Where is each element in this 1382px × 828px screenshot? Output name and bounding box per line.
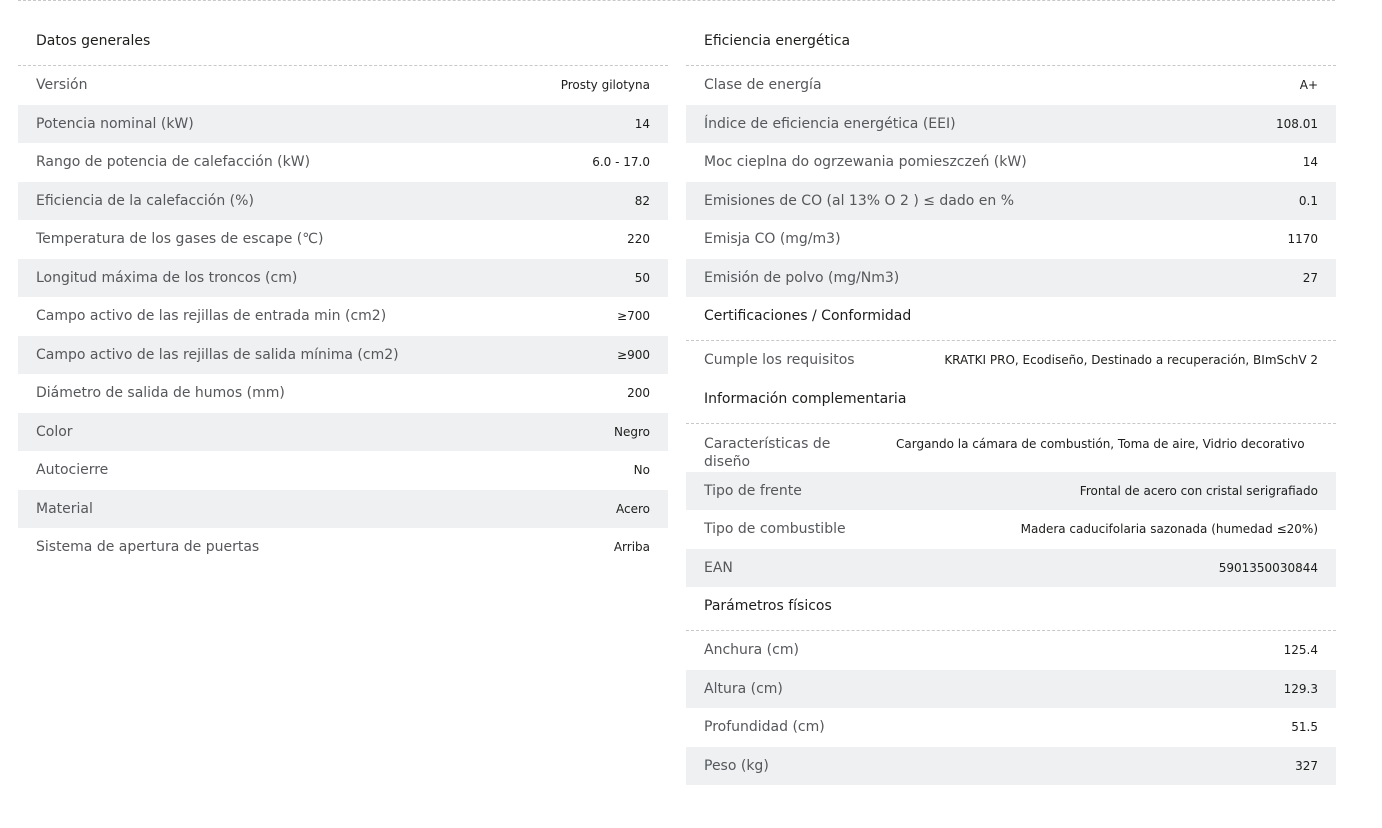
spec-value: ≥700 [617,309,650,324]
spec-value: Frontal de acero con cristal serigrafiad… [1079,483,1318,498]
spec-row: Tipo de combustible Madera caducifolaria … [686,510,1336,549]
spec-label: Autocierre [36,462,109,479]
spec-value: 6.0 - 17.0 [592,155,650,170]
spec-label: Anchura (cm) [704,642,799,659]
spec-value: Prosty gilotyna [560,78,650,93]
spec-row: Emisiones de CO (al 13% O 2 ) ≤ dado en … [686,181,1336,220]
spec-label: Sistema de apertura de puertas [36,539,260,556]
spec-label: Temperatura de los gases de escape (℃) [36,231,324,248]
spec-label: Diámetro de salida de humos (mm) [36,385,285,402]
spec-value: 220 [627,232,650,247]
spec-value: KRATKI PRO, Ecodiseño, Destinado a recup… [944,353,1318,368]
spec-row: Campo activo de las rejillas de salida m… [18,335,668,374]
spec-label: Clase de energía [704,77,822,94]
spec-value: 51.5 [1291,720,1318,735]
spec-label: Moc cieplna do ogrzewania pomieszczeń (k… [704,154,1027,171]
spec-label: Tipo de combustible [704,521,846,538]
spec-label: Potencia nominal (kW) [36,115,194,132]
spec-row: Emisja CO (mg/m3) 1170 [686,220,1336,259]
spec-label: Material [36,500,93,517]
spec-value: A+ [1299,78,1318,93]
spec-row: Características de diseño Cargando la cám… [686,424,1336,472]
spec-row: EAN 5901350030844 [686,548,1336,587]
spec-row: Eficiencia de la calefacción (%) 82 [18,181,668,220]
spec-label: Color [36,423,73,440]
spec-row: Campo activo de las rejillas de entrada … [18,297,668,336]
spec-value: Cargando la cámara de combustión, Toma d… [896,436,1305,451]
spec-row: Versión Prosty gilotyna [18,66,668,105]
spec-value: No [633,463,650,478]
spec-row: Rango de potencia de calefacción (kW) 6.0… [18,143,668,182]
spec-value: Arriba [613,540,650,555]
spec-row: Sistema de apertura de puertas Arriba [18,528,668,567]
spec-row: Autocierre No [18,451,668,490]
section-title-general: Datos generales [18,22,668,66]
spec-value: 108.01 [1276,116,1318,131]
spec-value: 82 [634,193,650,208]
spec-value: ≥900 [617,347,650,362]
spec-value: 129.3 [1283,681,1318,696]
spec-row: Altura (cm) 129.3 [686,669,1336,708]
spec-label: Longitud máxima de los troncos (cm) [36,269,298,286]
spec-label: Rango de potencia de calefacción (kW) [36,154,311,171]
spec-label: Eficiencia de la calefacción (%) [36,192,254,209]
spec-value: 14 [1302,155,1318,170]
spec-label: Cumple los requisitos [704,352,855,369]
spec-row: Longitud máxima de los troncos (cm) 50 [18,258,668,297]
general-data-section: Datos generales Versión Prosty gilotyna P… [18,22,668,567]
spec-row: Anchura (cm) 125.4 [686,631,1336,670]
spec-row: Color Negro [18,412,668,451]
spec-row: Material Acero [18,489,668,528]
spec-value: 1170 [1287,232,1318,247]
spec-value: 200 [627,386,650,401]
spec-row: Peso (kg) 327 [686,746,1336,785]
spec-value: 5901350030844 [1218,560,1318,575]
section-title-certifications: Certificaciones / Conformidad [686,297,1336,341]
spec-label: EAN [704,559,733,576]
spec-value: Madera caducifolaria sazonada (humedad ≤… [1020,522,1318,537]
spec-label: Campo activo de las rejillas de salida m… [36,346,399,363]
section-title-efficiency: Eficiencia energética [686,22,1336,66]
spec-value: 27 [1302,270,1318,285]
spec-label: Emisiones de CO (al 13% O 2 ) ≤ dado en … [704,192,1015,209]
spec-row: Moc cieplna do ogrzewania pomieszczeń (k… [686,143,1336,182]
spec-label: Índice de eficiencia energética (EEI) [704,115,956,132]
spec-label: Profundidad (cm) [704,719,825,736]
spec-value: 14 [634,116,650,131]
spec-label: Tipo de frente [704,482,802,499]
section-title-physical: Parámetros físicos [686,587,1336,631]
spec-label: Peso (kg) [704,757,769,774]
spec-value: 327 [1295,758,1318,773]
right-spec-column: Eficiencia energética Clase de energía A+… [686,22,1336,785]
spec-row: Clase de energía A+ [686,66,1336,105]
spec-value: Acero [616,501,650,516]
spec-label: Versión [36,77,88,94]
spec-label: Emisión de polvo (mg/Nm3) [704,269,900,286]
spec-label: Campo activo de las rejillas de entrada … [36,308,387,325]
spec-row: Potencia nominal (kW) 14 [18,104,668,143]
spec-row: Cumple los requisitos KRATKI PRO, Ecodise… [686,341,1336,380]
spec-row: Diámetro de salida de humos (mm) 200 [18,374,668,413]
section-title-complementary: Información complementaria [686,380,1336,424]
spec-value: Negro [614,424,650,439]
spec-row: Emisión de polvo (mg/Nm3) 27 [686,258,1336,297]
spec-label: Altura (cm) [704,680,783,697]
spec-label: Características de diseño [704,435,831,470]
top-divider [18,0,1335,1]
spec-row: Índice de eficiencia energética (EEI) 108… [686,104,1336,143]
spec-value: 0.1 [1298,193,1318,208]
spec-row: Tipo de frente Frontal de acero con crist… [686,471,1336,510]
spec-label: Emisja CO (mg/m3) [704,231,841,248]
spec-row: Temperatura de los gases de escape (℃) 22… [18,220,668,259]
spec-value: 125.4 [1283,643,1318,658]
spec-value: 50 [634,270,650,285]
spec-row: Profundidad (cm) 51.5 [686,708,1336,747]
